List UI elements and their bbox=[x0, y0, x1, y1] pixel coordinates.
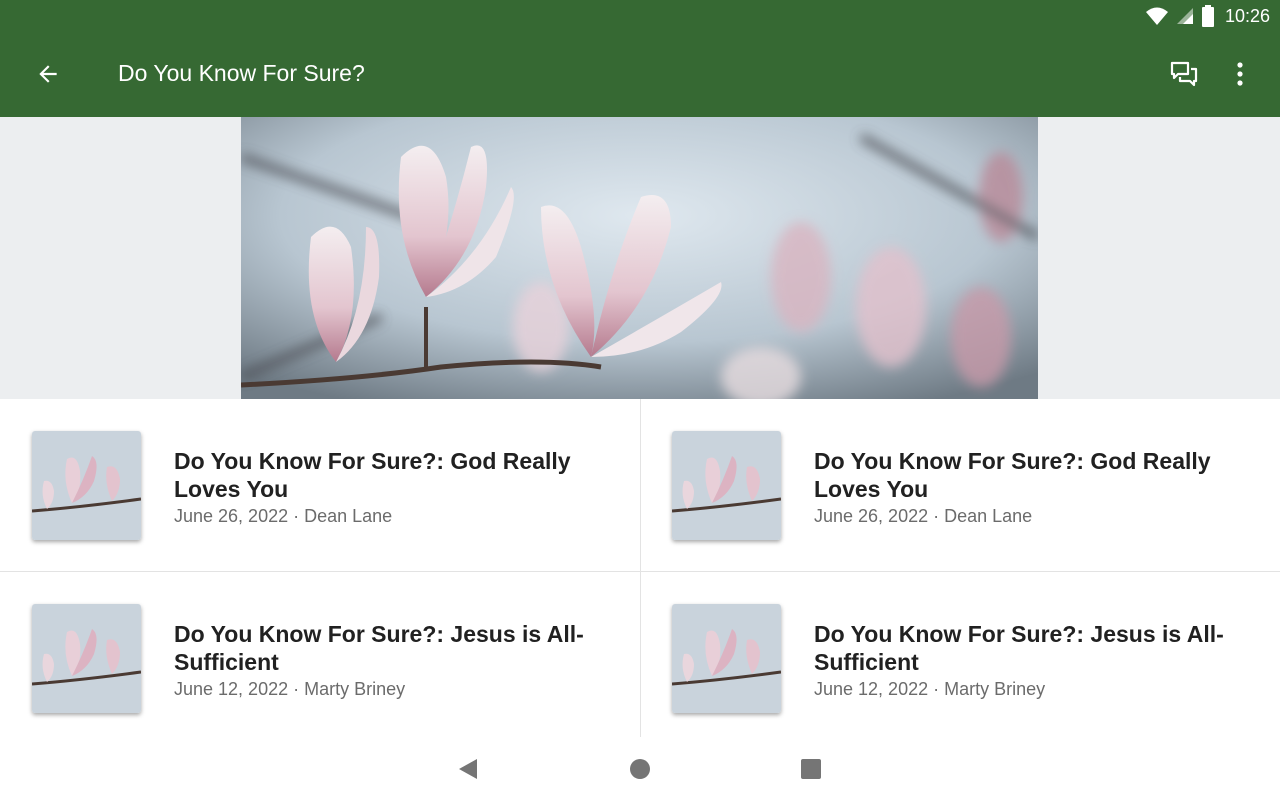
chat-button[interactable] bbox=[1162, 54, 1206, 98]
sermon-meta: June 26, 2022 · Dean Lane bbox=[814, 506, 1033, 526]
hero-band bbox=[0, 117, 1280, 399]
nav-home-button[interactable] bbox=[620, 751, 660, 791]
cell-signal-icon bbox=[1175, 6, 1195, 26]
nav-recents-button[interactable] bbox=[791, 751, 831, 791]
sermon-card[interactable]: Do You Know For Sure?: God Really Loves … bbox=[0, 399, 640, 571]
chat-icon bbox=[1169, 59, 1199, 94]
sermon-thumbnail bbox=[32, 431, 141, 540]
wifi-icon bbox=[1145, 6, 1169, 26]
sermon-thumbnail bbox=[672, 431, 781, 540]
sermon-thumbnail bbox=[672, 604, 781, 713]
sermon-meta: June 26, 2022 · Dean Lane bbox=[174, 506, 393, 526]
status-bar: 10:26 bbox=[1145, 4, 1270, 28]
page-title: Do You Know For Sure? bbox=[118, 60, 365, 86]
more-vert-icon bbox=[1236, 61, 1244, 92]
home-circle-icon bbox=[629, 758, 651, 785]
back-triangle-icon bbox=[457, 757, 479, 786]
back-arrow-icon bbox=[35, 61, 61, 92]
sermon-meta: June 12, 2022 · Marty Briney bbox=[814, 679, 1046, 699]
sermon-meta: June 12, 2022 · Marty Briney bbox=[174, 679, 406, 699]
sermon-grid: Do You Know For Sure?: God Really Loves … bbox=[0, 399, 1280, 737]
sermon-title: Do You Know For Sure?: God Really Loves … bbox=[174, 448, 571, 502]
sermon-card[interactable]: Do You Know For Sure?: Jesus is All-Suff… bbox=[0, 572, 640, 744]
status-time: 10:26 bbox=[1224, 5, 1270, 26]
sermon-title: Do You Know For Sure?: Jesus is All-Suff… bbox=[814, 621, 1224, 675]
system-nav-bar bbox=[0, 737, 1280, 800]
sermon-card[interactable]: Do You Know For Sure?: Jesus is All-Suff… bbox=[640, 572, 1280, 744]
sermon-title: Do You Know For Sure?: God Really Loves … bbox=[814, 448, 1211, 502]
battery-icon bbox=[1201, 5, 1215, 27]
hero-image bbox=[241, 117, 1038, 399]
recents-square-icon bbox=[801, 758, 821, 784]
sermon-thumbnail bbox=[32, 604, 141, 713]
back-button[interactable] bbox=[26, 54, 70, 98]
sermon-title: Do You Know For Sure?: Jesus is All-Suff… bbox=[174, 621, 584, 675]
more-options-button[interactable] bbox=[1218, 54, 1262, 98]
nav-back-button[interactable] bbox=[448, 751, 488, 791]
sermon-card[interactable]: Do You Know For Sure?: God Really Loves … bbox=[640, 399, 1280, 571]
app-bar: 10:26 Do You Know For Sure? bbox=[0, 0, 1280, 117]
